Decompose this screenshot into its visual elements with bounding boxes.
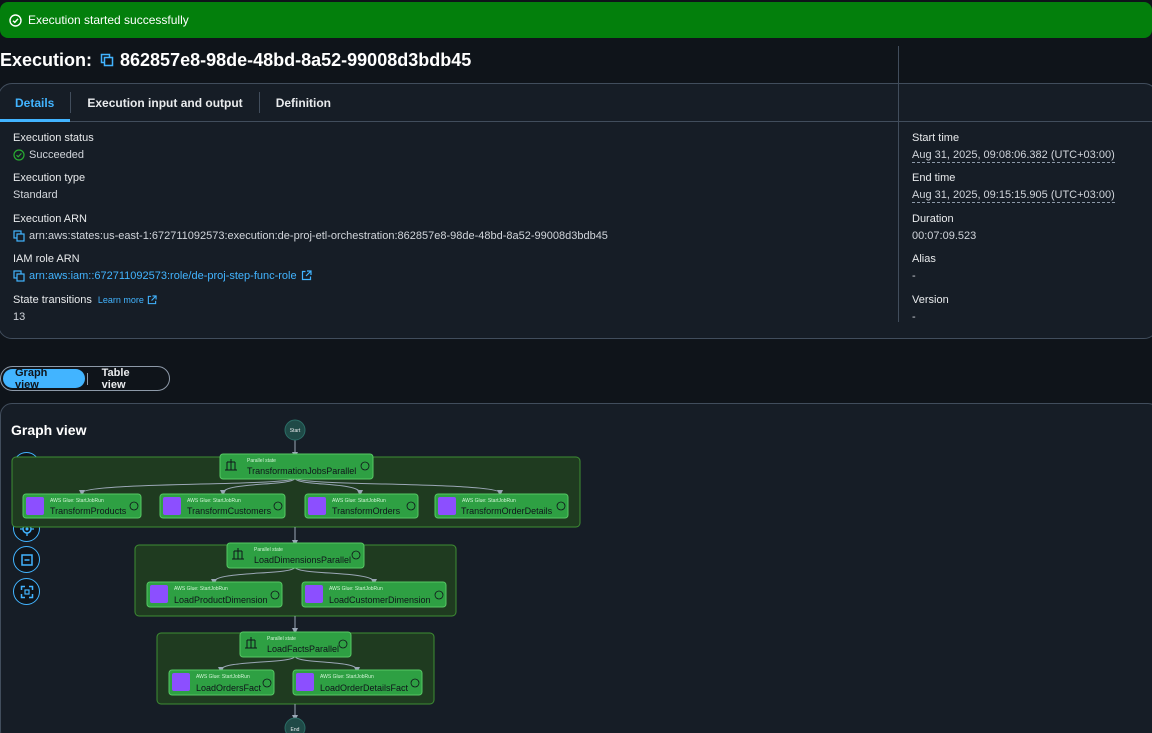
parallel-node-load-facts[interactable]: Parallel state LoadFactsParallel bbox=[239, 631, 352, 658]
node-name: LoadProductDimension bbox=[174, 595, 268, 605]
node-name: TransformProducts bbox=[50, 506, 127, 516]
node-name: LoadCustomerDimension bbox=[329, 595, 431, 605]
end-label: End bbox=[291, 727, 300, 733]
tab-definition[interactable]: Definition bbox=[260, 84, 347, 121]
glue-icon bbox=[150, 585, 168, 603]
node-type-label: AWS Glue: StartJobRun bbox=[320, 674, 374, 680]
copy-icon[interactable] bbox=[13, 230, 25, 242]
copy-icon[interactable] bbox=[13, 270, 25, 282]
glue-icon bbox=[305, 585, 323, 603]
success-banner: Execution started successfully bbox=[0, 2, 1152, 38]
external-link-icon[interactable] bbox=[301, 270, 313, 282]
state-machine-graph: Start End Parallel state TransformationJ… bbox=[11, 419, 581, 733]
graph-view-button[interactable]: Graph view bbox=[3, 367, 85, 391]
start-label: Start time bbox=[912, 132, 960, 144]
title-prefix: Execution: bbox=[0, 49, 93, 70]
task-node-load-order-details-fact[interactable]: AWS Glue: StartJobRun LoadOrderDetailsFa… bbox=[292, 669, 423, 696]
node-type-label: AWS Glue: StartJobRun bbox=[462, 498, 516, 504]
glue-icon bbox=[438, 497, 456, 515]
toggle-divider bbox=[86, 372, 88, 385]
execution-status: Execution status Succeeded bbox=[13, 131, 94, 162]
arn-value: arn:aws:states:us-east-1:672711092573:ex… bbox=[29, 230, 608, 242]
version-label: Version bbox=[912, 294, 949, 306]
glue-icon bbox=[26, 497, 44, 515]
end-time: End time Aug 31, 2025, 09:15:15.905 (UTC… bbox=[912, 171, 1115, 203]
end-value[interactable]: Aug 31, 2025, 09:15:15.905 (UTC+03:00) bbox=[912, 188, 1115, 203]
duration: Duration 00:07:09.523 bbox=[912, 212, 976, 243]
start-label: Start bbox=[290, 428, 301, 434]
node-type-label: AWS Glue: StartJobRun bbox=[50, 498, 104, 504]
node-name: LoadOrdersFact bbox=[196, 683, 262, 693]
success-check-icon bbox=[13, 149, 25, 161]
learn-more-link[interactable]: Learn more bbox=[98, 293, 144, 307]
state-transitions: State transitions Learn more 13 bbox=[13, 293, 157, 324]
node-name: LoadFactsParallel bbox=[267, 644, 339, 654]
task-node-transform-products[interactable]: AWS Glue: StartJobRun TransformProducts bbox=[22, 493, 142, 519]
alias-value: - bbox=[912, 270, 916, 282]
node-type-label: AWS Glue: StartJobRun bbox=[329, 586, 383, 592]
node-name: LoadDimensionsParallel bbox=[254, 555, 351, 565]
details-panel: Details Execution input and output Defin… bbox=[0, 83, 1152, 339]
column-divider bbox=[898, 46, 899, 322]
node-name: TransformCustomers bbox=[187, 506, 272, 516]
start-time: Start time Aug 31, 2025, 09:08:06.382 (U… bbox=[912, 131, 1115, 163]
node-type-label: AWS Glue: StartJobRun bbox=[174, 586, 228, 592]
copy-icon[interactable] bbox=[100, 53, 114, 67]
external-link-icon[interactable] bbox=[147, 295, 157, 305]
node-name: TransformOrders bbox=[332, 506, 401, 516]
table-view-button[interactable]: Table view bbox=[90, 367, 167, 391]
status-label: Execution status bbox=[13, 132, 94, 144]
task-node-transform-orders[interactable]: AWS Glue: StartJobRun TransformOrders bbox=[304, 493, 419, 519]
task-node-load-product-dimension[interactable]: AWS Glue: StartJobRun LoadProductDimensi… bbox=[146, 581, 283, 608]
node-name: TransformOrderDetails bbox=[461, 506, 553, 516]
view-toggle: Graph view Table view bbox=[0, 366, 170, 391]
check-circle-icon bbox=[9, 13, 22, 27]
alias-label: Alias bbox=[912, 253, 936, 265]
transitions-value: 13 bbox=[13, 311, 26, 323]
node-type-label: Parallel state bbox=[267, 636, 296, 642]
node-type-label: Parallel state bbox=[247, 458, 276, 464]
task-node-transform-customers[interactable]: AWS Glue: StartJobRun TransformCustomers bbox=[159, 493, 286, 519]
glue-icon bbox=[163, 497, 181, 515]
alias: Alias - bbox=[912, 252, 936, 283]
execution-id: 862857e8-98de-48bd-8a52-99008d3bdb45 bbox=[120, 49, 472, 70]
banner-message: Execution started successfully bbox=[28, 13, 189, 27]
tab-bar: Details Execution input and output Defin… bbox=[0, 84, 1152, 122]
version: Version - bbox=[912, 293, 949, 324]
node-type-label: AWS Glue: StartJobRun bbox=[332, 498, 386, 504]
parallel-node-transformation[interactable]: Parallel state TransformationJobsParalle… bbox=[219, 453, 374, 480]
transitions-label: State transitions bbox=[13, 294, 92, 306]
glue-icon bbox=[308, 497, 326, 515]
glue-icon bbox=[296, 673, 314, 691]
tab-details[interactable]: Details bbox=[0, 84, 71, 122]
type-label: Execution type bbox=[13, 172, 86, 184]
duration-label: Duration bbox=[912, 213, 954, 225]
task-node-load-customer-dimension[interactable]: AWS Glue: StartJobRun LoadCustomerDimens… bbox=[301, 581, 447, 608]
tab-execution-input-output[interactable]: Execution input and output bbox=[71, 84, 258, 121]
parallel-node-load-dimensions[interactable]: Parallel state LoadDimensionsParallel bbox=[226, 542, 365, 569]
arn-label: Execution ARN bbox=[13, 213, 87, 225]
execution-type: Execution type Standard bbox=[13, 171, 85, 202]
node-type-label: AWS Glue: StartJobRun bbox=[196, 674, 250, 680]
execution-arn: Execution ARN arn:aws:states:us-east-1:6… bbox=[13, 212, 608, 243]
iam-role-arn: IAM role ARN arn:aws:iam::672711092573:r… bbox=[13, 252, 317, 283]
glue-icon bbox=[172, 673, 190, 691]
type-value: Standard bbox=[13, 189, 58, 201]
start-value[interactable]: Aug 31, 2025, 09:08:06.382 (UTC+03:00) bbox=[912, 148, 1115, 163]
version-value: - bbox=[912, 311, 916, 323]
duration-value: 00:07:09.523 bbox=[912, 230, 977, 242]
node-type-label: AWS Glue: StartJobRun bbox=[187, 498, 241, 504]
node-type-label: Parallel state bbox=[254, 547, 283, 553]
end-label: End time bbox=[912, 172, 956, 184]
role-label: IAM role ARN bbox=[13, 253, 80, 265]
node-name: LoadOrderDetailsFact bbox=[320, 683, 409, 693]
page-title: Execution: 862857e8-98de-48bd-8a52-99008… bbox=[0, 48, 471, 72]
node-name: TransformationJobsParallel bbox=[247, 466, 356, 476]
task-node-load-orders-fact[interactable]: AWS Glue: StartJobRun LoadOrdersFact bbox=[168, 669, 275, 696]
task-node-transform-order-details[interactable]: AWS Glue: StartJobRun TransformOrderDeta… bbox=[434, 493, 569, 519]
status-value: Succeeded bbox=[29, 149, 85, 161]
role-link[interactable]: arn:aws:iam::672711092573:role/de-proj-s… bbox=[29, 269, 297, 283]
